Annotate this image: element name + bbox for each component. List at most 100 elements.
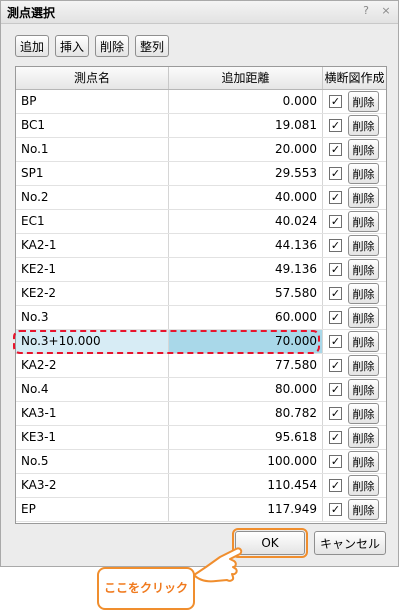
cross-section-checkbox[interactable]: ✓ — [329, 479, 342, 492]
table-row[interactable]: EC1 40.024 ✓ 削除 — [16, 210, 386, 234]
row-delete-button[interactable]: 削除 — [348, 427, 379, 448]
added-distance-cell[interactable]: 60.000 — [169, 306, 323, 329]
row-delete-button[interactable]: 削除 — [348, 187, 379, 208]
cross-section-checkbox[interactable]: ✓ — [329, 455, 342, 468]
cross-section-checkbox[interactable]: ✓ — [329, 431, 342, 444]
cross-section-checkbox[interactable]: ✓ — [329, 383, 342, 396]
cross-section-checkbox[interactable]: ✓ — [329, 359, 342, 372]
added-distance-cell[interactable]: 44.136 — [169, 234, 323, 257]
cancel-button[interactable]: キャンセル — [314, 531, 386, 555]
row-delete-button[interactable]: 削除 — [348, 139, 379, 160]
arrange-button[interactable]: 整列 — [135, 35, 170, 57]
table-row[interactable]: KA3-2 110.454 ✓ 削除 — [16, 474, 386, 498]
table-row[interactable]: No.3+10.000 70.000 ✓ 削除 — [16, 330, 386, 354]
header-added-distance[interactable]: 追加距離 — [169, 67, 323, 89]
table-row[interactable]: KA3-1 80.782 ✓ 削除 — [16, 402, 386, 426]
station-name-cell[interactable]: KE2-2 — [16, 282, 169, 305]
station-name-cell[interactable]: No.4 — [16, 378, 169, 401]
added-distance-cell[interactable]: 20.000 — [169, 138, 323, 161]
added-distance-cell[interactable]: 80.000 — [169, 378, 323, 401]
close-icon[interactable]: × — [379, 4, 393, 18]
station-name-cell[interactable]: KE3-1 — [16, 426, 169, 449]
table-row[interactable]: BP 0.000 ✓ 削除 — [16, 90, 386, 114]
row-delete-button[interactable]: 削除 — [348, 307, 379, 328]
station-name-cell[interactable]: No.3+10.000 — [16, 330, 169, 353]
table-row[interactable]: KE3-1 95.618 ✓ 削除 — [16, 426, 386, 450]
insert-button[interactable]: 挿入 — [55, 35, 90, 57]
table-row[interactable]: No.5 100.000 ✓ 削除 — [16, 450, 386, 474]
row-delete-button[interactable]: 削除 — [348, 403, 379, 424]
added-distance-cell[interactable]: 80.782 — [169, 402, 323, 425]
cross-section-checkbox[interactable]: ✓ — [329, 503, 342, 516]
added-distance-cell[interactable]: 29.553 — [169, 162, 323, 185]
table-row[interactable]: No.1 20.000 ✓ 削除 — [16, 138, 386, 162]
added-distance-cell[interactable]: 117.949 — [169, 498, 323, 521]
station-name-cell[interactable]: KA3-1 — [16, 402, 169, 425]
table-row[interactable]: SP1 29.553 ✓ 削除 — [16, 162, 386, 186]
station-name-cell[interactable]: No.5 — [16, 450, 169, 473]
station-name-cell[interactable]: EP — [16, 498, 169, 521]
table-row[interactable]: EP 117.949 ✓ 削除 — [16, 498, 386, 522]
row-delete-button[interactable]: 削除 — [348, 91, 379, 112]
added-distance-cell[interactable]: 19.081 — [169, 114, 323, 137]
cross-section-checkbox[interactable]: ✓ — [329, 311, 342, 324]
row-delete-button[interactable]: 削除 — [348, 283, 379, 304]
cross-section-checkbox[interactable]: ✓ — [329, 263, 342, 276]
add-button[interactable]: 追加 — [15, 35, 50, 57]
table-row[interactable]: No.2 40.000 ✓ 削除 — [16, 186, 386, 210]
row-delete-button[interactable]: 削除 — [348, 259, 379, 280]
added-distance-cell[interactable]: 95.618 — [169, 426, 323, 449]
table-row[interactable]: No.3 60.000 ✓ 削除 — [16, 306, 386, 330]
station-name-cell[interactable]: BP — [16, 90, 169, 113]
row-delete-button[interactable]: 削除 — [348, 451, 379, 472]
cross-section-checkbox[interactable]: ✓ — [329, 335, 342, 348]
row-delete-button[interactable]: 削除 — [348, 475, 379, 496]
added-distance-cell[interactable]: 0.000 — [169, 90, 323, 113]
station-name-cell[interactable]: SP1 — [16, 162, 169, 185]
added-distance-cell[interactable]: 49.136 — [169, 258, 323, 281]
delete-button[interactable]: 削除 — [95, 35, 130, 57]
added-distance-cell[interactable]: 70.000 — [169, 330, 323, 353]
cross-section-checkbox[interactable]: ✓ — [329, 287, 342, 300]
cross-section-checkbox[interactable]: ✓ — [329, 143, 342, 156]
row-delete-button[interactable]: 削除 — [348, 499, 379, 520]
row-delete-button[interactable]: 削除 — [348, 379, 379, 400]
row-delete-button[interactable]: 削除 — [348, 211, 379, 232]
added-distance-cell[interactable]: 77.580 — [169, 354, 323, 377]
table-row[interactable]: KA2-1 44.136 ✓ 削除 — [16, 234, 386, 258]
station-name-cell[interactable]: KA2-2 — [16, 354, 169, 377]
added-distance-cell[interactable]: 57.580 — [169, 282, 323, 305]
station-name-cell[interactable]: No.1 — [16, 138, 169, 161]
table-row[interactable]: BC1 19.081 ✓ 削除 — [16, 114, 386, 138]
cross-section-checkbox[interactable]: ✓ — [329, 95, 342, 108]
added-distance-cell[interactable]: 40.024 — [169, 210, 323, 233]
cross-section-checkbox[interactable]: ✓ — [329, 239, 342, 252]
station-name-cell[interactable]: No.3 — [16, 306, 169, 329]
header-station-name[interactable]: 測点名 — [16, 67, 169, 89]
cross-section-checkbox[interactable]: ✓ — [329, 191, 342, 204]
cross-section-checkbox[interactable]: ✓ — [329, 215, 342, 228]
table-row[interactable]: No.4 80.000 ✓ 削除 — [16, 378, 386, 402]
station-name-cell[interactable]: KA2-1 — [16, 234, 169, 257]
row-delete-button[interactable]: 削除 — [348, 115, 379, 136]
added-distance-cell[interactable]: 40.000 — [169, 186, 323, 209]
station-name-cell[interactable]: KA3-2 — [16, 474, 169, 497]
help-icon[interactable]: ? — [359, 4, 373, 18]
header-cross-section[interactable]: 横断図作成 — [323, 67, 386, 89]
cross-section-checkbox[interactable]: ✓ — [329, 167, 342, 180]
row-delete-button[interactable]: 削除 — [348, 355, 379, 376]
cross-section-checkbox[interactable]: ✓ — [329, 119, 342, 132]
table-row[interactable]: KA2-2 77.580 ✓ 削除 — [16, 354, 386, 378]
row-delete-button[interactable]: 削除 — [348, 163, 379, 184]
station-name-cell[interactable]: BC1 — [16, 114, 169, 137]
added-distance-cell[interactable]: 100.000 — [169, 450, 323, 473]
row-delete-button[interactable]: 削除 — [348, 235, 379, 256]
station-name-cell[interactable]: KE2-1 — [16, 258, 169, 281]
cross-section-checkbox[interactable]: ✓ — [329, 407, 342, 420]
row-delete-button[interactable]: 削除 — [348, 331, 379, 352]
station-name-cell[interactable]: No.2 — [16, 186, 169, 209]
table-row[interactable]: KE2-1 49.136 ✓ 削除 — [16, 258, 386, 282]
station-name-cell[interactable]: EC1 — [16, 210, 169, 233]
table-row[interactable]: KE2-2 57.580 ✓ 削除 — [16, 282, 386, 306]
added-distance-cell[interactable]: 110.454 — [169, 474, 323, 497]
